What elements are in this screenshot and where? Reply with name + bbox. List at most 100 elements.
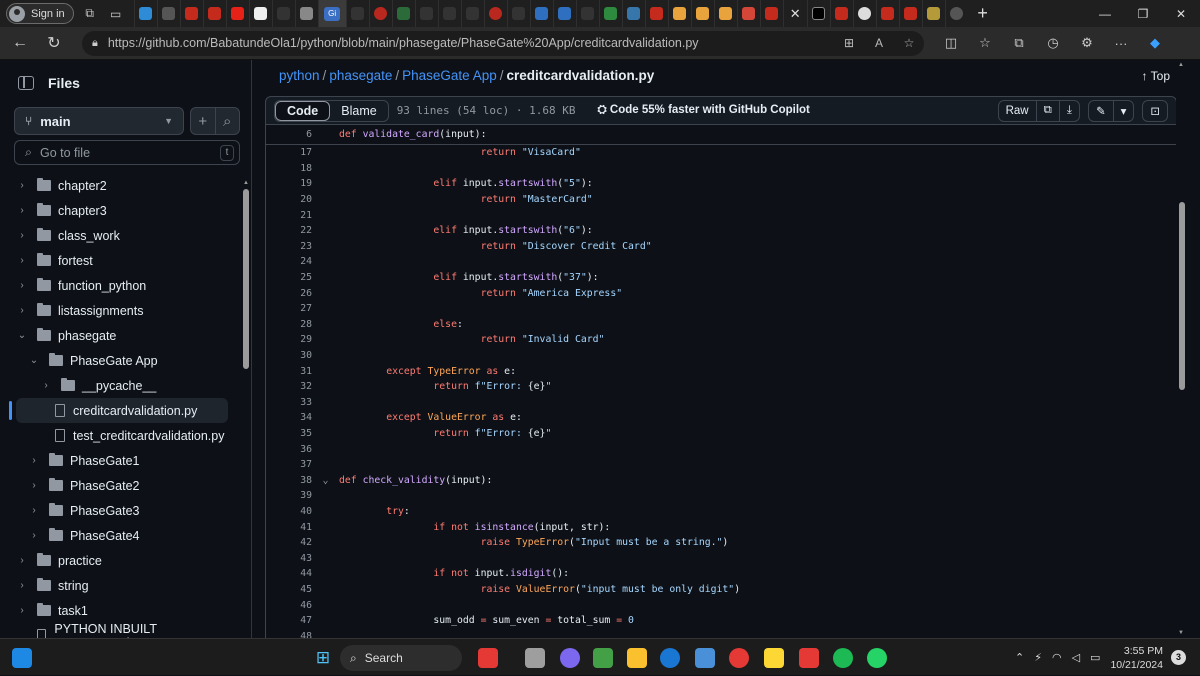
wifi-icon[interactable]: ◠: [1052, 651, 1062, 664]
tab-x[interactable]: [806, 0, 830, 27]
line-number[interactable]: 46: [266, 600, 312, 611]
tab-pinterest[interactable]: [483, 0, 507, 27]
code-line[interactable]: 27: [266, 301, 1176, 317]
line-number[interactable]: 37: [266, 459, 312, 470]
line-number[interactable]: 29: [266, 334, 312, 345]
chevron-right-icon[interactable]: ›: [16, 605, 28, 616]
tree-folder[interactable]: › task1: [0, 598, 240, 623]
code-line[interactable]: 33: [266, 395, 1176, 411]
fold-chevron-icon[interactable]: ⌄: [312, 475, 339, 486]
code-line[interactable]: 22 elif input.startswith("6"):: [266, 223, 1176, 239]
code-line[interactable]: 17 return "VisaCard": [266, 145, 1176, 161]
workspaces-icon[interactable]: ⧉: [80, 4, 100, 24]
line-number[interactable]: 31: [266, 366, 312, 377]
tree-folder[interactable]: › PhaseGate2: [0, 473, 240, 498]
chevron-right-icon[interactable]: ›: [28, 455, 40, 466]
line-number[interactable]: 26: [266, 288, 312, 299]
chevron-right-icon[interactable]: ›: [16, 580, 28, 591]
refresh-icon[interactable]: ↻: [40, 29, 68, 57]
tree-folder[interactable]: ⌄ PhaseGate App: [0, 348, 240, 373]
code-line[interactable]: 37: [266, 457, 1176, 473]
tab-pinterest[interactable]: [368, 0, 392, 27]
code-line[interactable]: 38 ⌄ def check_validity(input):: [266, 472, 1176, 488]
page-scrollbar[interactable]: ▲ ▼: [1176, 60, 1188, 638]
code-line[interactable]: 19 elif input.startswith("5"):: [266, 176, 1176, 192]
code-line[interactable]: 21: [266, 207, 1176, 223]
tree-folder[interactable]: › PhaseGate3: [0, 498, 240, 523]
code-line[interactable]: 39: [266, 488, 1176, 504]
tab-info[interactable]: [944, 0, 968, 27]
code-line[interactable]: 42 raise TypeError("Input must be a stri…: [266, 535, 1176, 551]
code-line[interactable]: 48: [266, 628, 1176, 638]
tab-favicon[interactable]: [713, 0, 737, 27]
tab-favicon[interactable]: [156, 0, 180, 27]
teams-icon[interactable]: [560, 648, 580, 668]
tab-edge[interactable]: [133, 0, 157, 27]
wps-office-icon[interactable]: [799, 648, 819, 668]
page-scrollbar-thumb[interactable]: [1179, 202, 1185, 390]
line-number[interactable]: 21: [266, 210, 312, 221]
tree-folder[interactable]: › fortest: [0, 248, 240, 273]
tab-search[interactable]: [437, 0, 461, 27]
file-explorer-icon[interactable]: [627, 648, 647, 668]
line-number[interactable]: 41: [266, 522, 312, 533]
address-bar[interactable]: 🔒︎ https://github.com/BabatundeOla1/pyth…: [82, 30, 924, 56]
battery-icon[interactable]: ▭: [1090, 651, 1100, 664]
windows-start-icon[interactable]: ⊞: [313, 648, 333, 668]
tab-favicon[interactable]: [248, 0, 272, 27]
code-line[interactable]: 46: [266, 597, 1176, 613]
split-screen-icon[interactable]: ◫: [934, 35, 968, 51]
line-number[interactable]: 22: [266, 225, 312, 236]
restore-icon[interactable]: ❐: [1124, 0, 1162, 27]
symbols-panel-icon[interactable]: ⊡: [1143, 101, 1167, 121]
more-options-icon[interactable]: ···: [1104, 36, 1138, 51]
chevron-right-icon[interactable]: ›: [16, 555, 28, 566]
widgets-icon[interactable]: [12, 648, 32, 668]
line-number[interactable]: 28: [266, 319, 312, 330]
tab-search[interactable]: [271, 0, 295, 27]
line-number[interactable]: 24: [266, 256, 312, 267]
line-number[interactable]: 20: [266, 194, 312, 205]
code-line[interactable]: 47 sum_odd = sum_even = total_sum = 0: [266, 613, 1176, 629]
tab-pdf[interactable]: [759, 0, 783, 27]
collections-icon[interactable]: ⧉: [1002, 35, 1036, 51]
chevron-right-icon[interactable]: ›: [16, 280, 28, 291]
minimize-icon[interactable]: —: [1086, 0, 1124, 27]
code-line[interactable]: 35 return f"Error: {e}": [266, 426, 1176, 442]
app-available-icon[interactable]: ⊞: [834, 36, 864, 50]
tab-gmail[interactable]: [736, 0, 760, 27]
tab-pdf[interactable]: [829, 0, 853, 27]
line-number[interactable]: 19: [266, 178, 312, 189]
chevron-right-icon[interactable]: ›: [16, 180, 28, 191]
copy-icon[interactable]: ⧉: [1037, 100, 1060, 121]
line-number[interactable]: 45: [266, 584, 312, 595]
line-number[interactable]: 23: [266, 241, 312, 252]
tab-pdf[interactable]: [202, 0, 226, 27]
tree-folder[interactable]: › practice: [0, 548, 240, 573]
go-to-file-input[interactable]: ⌕ Go to file t: [14, 140, 240, 165]
code-line[interactable]: 34 except ValueError as e:: [266, 410, 1176, 426]
chevron-up-icon[interactable]: ⌃: [1015, 651, 1024, 664]
history-icon[interactable]: ◷: [1036, 35, 1070, 51]
top-button[interactable]: ↑ Top: [1142, 69, 1170, 83]
tree-folder[interactable]: › PhaseGate1: [0, 448, 240, 473]
tab-favicon[interactable]: [391, 0, 415, 27]
notepad-icon[interactable]: [695, 648, 715, 668]
tree-folder[interactable]: › string: [0, 573, 240, 598]
chevron-right-icon[interactable]: ›: [28, 480, 40, 491]
spotify-icon[interactable]: [833, 648, 853, 668]
close-window-icon[interactable]: ✕: [1162, 0, 1200, 27]
favorite-star-icon[interactable]: ☆: [894, 36, 924, 50]
chevron-right-icon[interactable]: ›: [28, 530, 40, 541]
tree-file[interactable]: creditcardvalidation.py: [9, 398, 228, 423]
tab-pdf[interactable]: [179, 0, 203, 27]
line-number[interactable]: 33: [266, 397, 312, 408]
tab-favicon[interactable]: [690, 0, 714, 27]
tab-favicon[interactable]: [414, 0, 438, 27]
line-number[interactable]: 38: [266, 475, 312, 486]
tab-github[interactable]: [852, 0, 876, 27]
line-number[interactable]: 39: [266, 490, 312, 501]
code-line[interactable]: 32 return f"Error: {e}": [266, 379, 1176, 395]
code-line[interactable]: 18: [266, 161, 1176, 177]
code-line[interactable]: 25 elif input.startswith("37"):: [266, 270, 1176, 286]
